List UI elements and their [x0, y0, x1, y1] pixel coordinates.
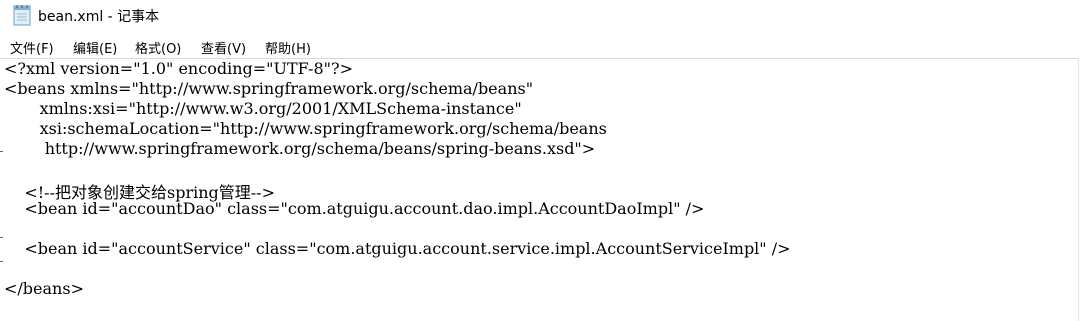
- menu-format[interactable]: 格式(O): [135, 38, 181, 57]
- margin-tick: [0, 261, 3, 262]
- notepad-window: bean.xml - 记事本 文件(F) 编辑(E) 格式(O) 查看(V) 帮…: [0, 0, 1083, 321]
- editor-line: <bean id="accountDao" class="com.atguigu…: [4, 199, 705, 218]
- margin-tick: [0, 237, 3, 238]
- editor-line: <?xml version="1.0" encoding="UTF-8"?>: [4, 59, 353, 78]
- vertical-scrollbar-edge[interactable]: [1078, 58, 1083, 321]
- editor-line: <bean id="accountService" class="com.atg…: [4, 239, 791, 258]
- menu-help[interactable]: 帮助(H): [265, 38, 311, 57]
- menu-view[interactable]: 查看(V): [201, 38, 246, 57]
- editor-line: <beans xmlns="http://www.springframework…: [4, 79, 534, 98]
- menu-edit[interactable]: 编辑(E): [73, 38, 117, 57]
- menu-file[interactable]: 文件(F): [10, 38, 54, 57]
- window-title: bean.xml - 记事本: [38, 9, 160, 25]
- notepad-icon: [13, 5, 31, 26]
- title-bar: bean.xml - 记事本: [0, 0, 1083, 32]
- margin-tick: [0, 151, 3, 152]
- menu-bar: 文件(F) 编辑(E) 格式(O) 查看(V) 帮助(H): [0, 34, 1083, 58]
- editor-line: xsi:schemaLocation="http://www.springfra…: [4, 119, 607, 138]
- editor-line: http://www.springframework.org/schema/be…: [4, 139, 596, 158]
- editor-line: </beans>: [4, 279, 84, 298]
- text-editor[interactable]: <?xml version="1.0" encoding="UTF-8"?> <…: [0, 58, 1079, 321]
- editor-line: xmlns:xsi="http://www.w3.org/2001/XMLSch…: [4, 99, 522, 118]
